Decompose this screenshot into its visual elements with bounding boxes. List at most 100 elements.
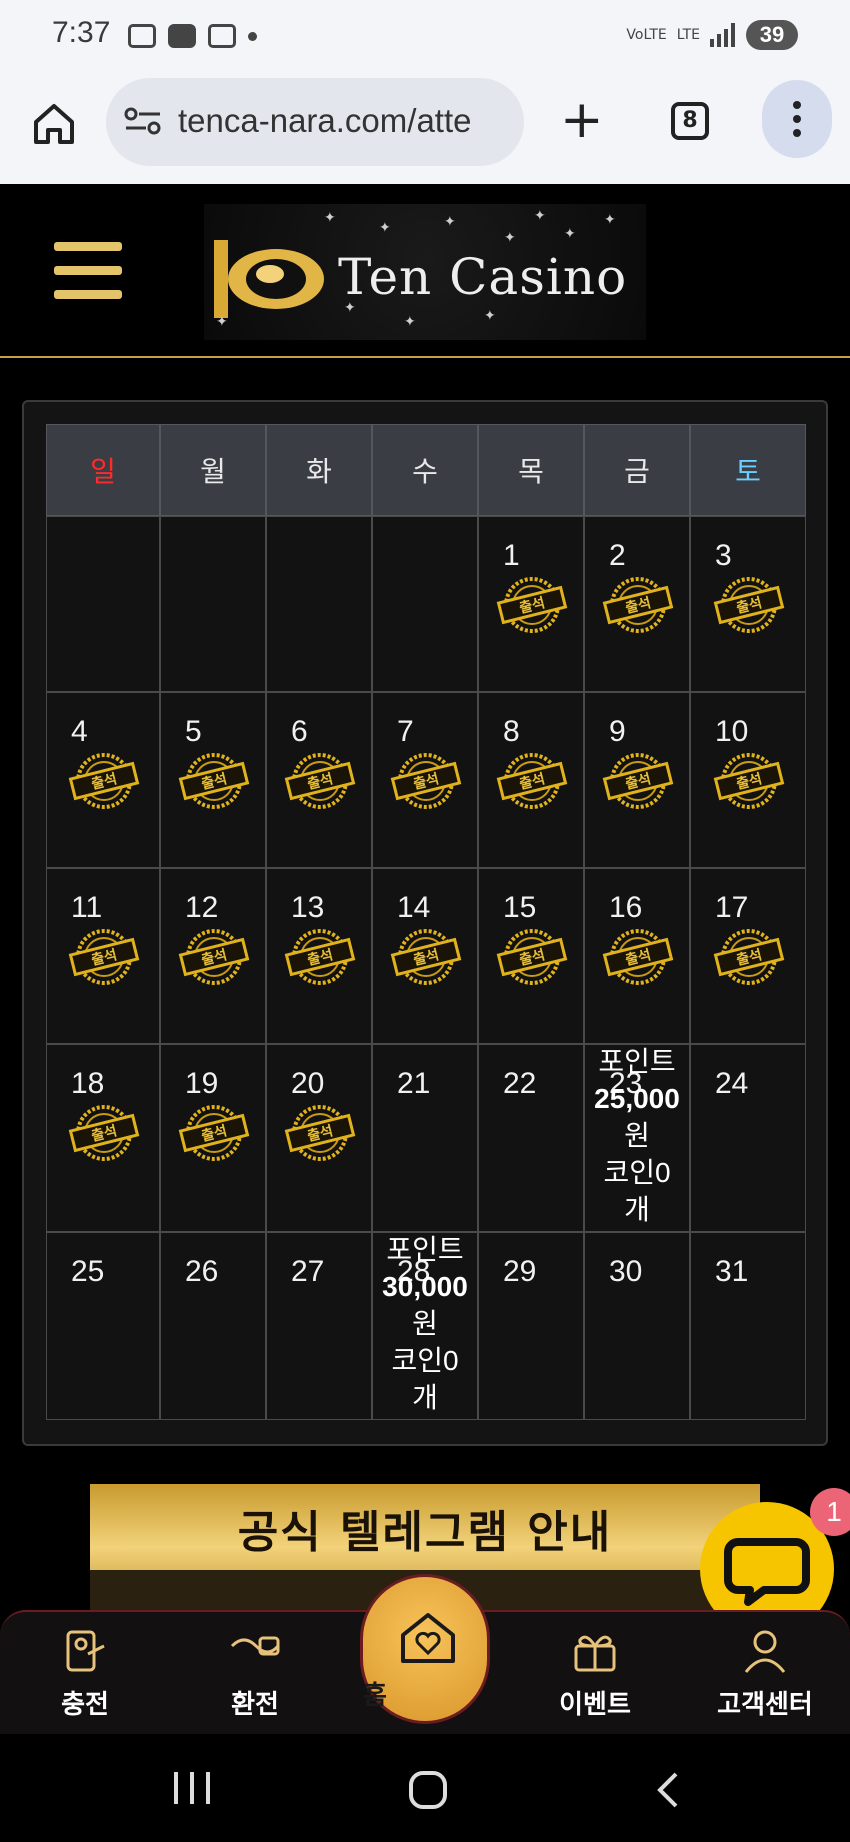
calendar-day-cell[interactable]: 28 포인트 30,000 원 코인0 개 [372,1232,478,1420]
nav-event[interactable]: 이벤트 [520,1612,670,1736]
tab-switcher-button[interactable]: 8 [671,102,709,140]
calendar-weekday-header: 일월화수목금토 [46,424,806,516]
calendar-day-cell[interactable]: 1 출석 [478,516,584,692]
calendar-day-cell[interactable]: 13 출석 [266,868,372,1044]
day-number: 11 [71,891,103,924]
calendar-day-cell[interactable]: 22 [478,1044,584,1232]
calendar-week: 4 출석 5 출석 6 출석 7 출석 8 출석 9 출석 10 출석 [46,692,806,868]
weekday-6: 토 [690,424,806,516]
nav-home[interactable]: 홈 [360,1574,490,1724]
attendance-stamp-icon: 출석 [68,1105,140,1161]
calendar-day-cell[interactable]: 24 [690,1044,806,1232]
calendar-day-cell[interactable]: 6 출석 [266,692,372,868]
charge-icon [66,1630,105,1672]
attendance-stamp-icon: 출석 [390,753,462,809]
calendar-day-cell[interactable]: 12 출석 [160,868,266,1044]
calendar-day-cell[interactable]: 17 출석 [690,868,806,1044]
weekday-3: 수 [372,424,478,516]
recent-apps-icon[interactable] [172,1770,212,1806]
hamburger-menu-icon[interactable] [54,242,122,300]
reward-line5: 개 [624,1194,650,1225]
calendar-day-cell[interactable]: 15 출석 [478,868,584,1044]
day-number: 22 [503,1067,537,1100]
attendance-stamp-icon: 출석 [390,929,462,985]
calendar-day-cell[interactable]: 3 출석 [690,516,806,692]
calendar-day-cell[interactable]: 9 출석 [584,692,690,868]
calendar-day-cell[interactable] [160,516,266,692]
calendar-day-cell[interactable]: 11 출석 [46,868,160,1044]
day-number: 7 [397,715,414,748]
calendar-day-cell[interactable]: 2 출석 [584,516,690,692]
calendar-day-cell[interactable]: 4 출석 [46,692,160,868]
url-text[interactable]: tenca-nara.com/atte [178,102,514,140]
reward-line1: 포인트 [386,1234,464,1265]
weekday-0: 일 [46,424,160,516]
attendance-stamp-icon: 출석 [68,929,140,985]
day-number: 31 [715,1255,749,1288]
calendar-day-cell[interactable]: 21 [372,1044,478,1232]
nav-charge-label: 충전 [61,1690,109,1720]
support-agent-icon [744,1630,786,1673]
day-number: 2 [609,539,626,572]
attendance-stamp-icon: 출석 [284,929,356,985]
attendance-stamp-icon: 출석 [713,753,785,809]
calendar-week: 25 26 27 28 포인트 30,000 원 코인0 개 29 30 31 [46,1232,806,1420]
day-number: 1 [503,539,520,572]
calendar-day-cell[interactable]: 27 [266,1232,372,1420]
reward-line1: 포인트 [598,1046,676,1077]
calendar-day-cell[interactable]: 31 [690,1232,806,1420]
calendar-day-cell[interactable]: 19 출석 [160,1044,266,1232]
calendar-day-cell[interactable]: 30 [584,1232,690,1420]
calendar-day-cell[interactable]: 18 출석 [46,1044,160,1232]
network-label: LTE [676,27,700,43]
calendar-grid: 일 월 화 수 목 금 토 1 출석 2 출석 3 출석 4 출석 5 출석 6 출석 7 출석 8 출석 9 출석 10 출석 11… [46,424,806,1420]
logo-mark-icon [214,240,324,318]
address-bar[interactable]: tenca-nara.com/atte [106,78,524,166]
weekday-1: 월 [160,424,266,516]
attendance-stamp-icon: 출석 [496,929,568,985]
status-time: 7:37 [52,16,111,49]
attendance-stamp-icon: 출석 [178,753,250,809]
calendar-day-cell[interactable]: 20 출석 [266,1044,372,1232]
system-back-icon[interactable] [652,1770,682,1810]
status-bar: 7:37 VoLTE LTE 39 [0,0,850,74]
volte-icon: VoLTE [626,27,667,43]
day-number: 30 [609,1255,643,1288]
system-navigation-bar [0,1734,850,1842]
calendar-day-cell[interactable]: 14 출석 [372,868,478,1044]
calendar-day-cell[interactable] [46,516,160,692]
day-number: 17 [715,891,749,924]
nav-support[interactable]: 고객센터 [690,1612,840,1736]
signal-icon [710,23,735,47]
calendar-day-cell[interactable]: 8 출석 [478,692,584,868]
day-number: 24 [715,1067,749,1100]
news-icon [208,24,236,48]
site-logo[interactable]: Ten Casino ✦ ✦ ✦ ✦ ✦ ✦ ✦ ✦ ✦ ✦ ✦ [204,204,646,340]
nav-exchange-label: 환전 [231,1690,279,1720]
browser-menu-button[interactable] [762,80,832,158]
calendar-day-cell[interactable]: 25 [46,1232,160,1420]
home-icon[interactable] [30,100,78,148]
calendar-day-cell[interactable]: 23 포인트 25,000 원 코인0 개 [584,1044,690,1232]
calendar-day-cell[interactable] [372,516,478,692]
calendar-day-cell[interactable]: 10 출석 [690,692,806,868]
reward-line3: 원 [412,1308,438,1339]
calendar-day-cell[interactable]: 26 [160,1232,266,1420]
calendar-day-cell[interactable]: 16 출석 [584,868,690,1044]
nav-exchange[interactable]: 환전 [180,1612,330,1736]
reward-info: 포인트 30,000 원 코인0 개 [373,1231,477,1416]
chat-unread-badge: 1 [810,1488,850,1536]
new-tab-button[interactable]: + [560,94,604,146]
weekday-2: 화 [266,424,372,516]
reward-line4: 코인0 [603,1157,671,1188]
system-home-icon[interactable] [408,1770,448,1810]
calendar-day-cell[interactable] [266,516,372,692]
day-number: 12 [185,891,219,924]
calendar-day-cell[interactable]: 7 출석 [372,692,478,868]
calendar-day-cell[interactable]: 5 출석 [160,692,266,868]
attendance-calendar: 일 월 화 수 목 금 토 1 출석 2 출석 3 출석 4 출석 5 출석 6 출석 7 출석 8 출석 9 출석 10 출석 11… [22,400,828,1446]
nav-charge[interactable]: 충전 [10,1612,160,1736]
calendar-day-cell[interactable]: 29 [478,1232,584,1420]
day-number: 14 [397,891,431,924]
site-settings-icon[interactable] [124,106,162,136]
